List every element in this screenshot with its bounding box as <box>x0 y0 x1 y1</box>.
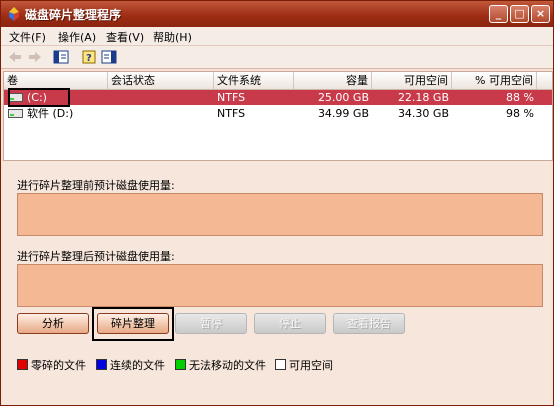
menu-action[interactable]: 操作(A) <box>58 29 96 45</box>
volume-list[interactable]: 卷 会话状态 文件系统 容量 可用空间 % 可用空间 (C:) NTFS 25.… <box>3 71 553 161</box>
highlight-box-defragment <box>92 307 174 341</box>
file-system: NTFS <box>217 91 246 104</box>
session-status <box>108 90 214 105</box>
view-report-button[interactable]: 查看报告 <box>333 313 405 334</box>
file-system: NTFS <box>217 107 246 120</box>
defrag-window: 磁盘碎片整理程序 _ □ × 文件(F) 操作(A) 查看(V) 帮助(H) ? <box>0 0 554 406</box>
legend-label-contiguous: 连续的文件 <box>110 359 165 372</box>
after-usage-label: 进行碎片整理后预计磁盘使用量: <box>17 250 175 263</box>
column-header-free-space[interactable]: 可用空间 <box>372 72 452 89</box>
volume-row-c[interactable]: (C:) NTFS 25.00 GB 22.18 GB 88 % <box>4 90 552 105</box>
legend-swatch-unmovable <box>175 359 186 370</box>
legend-swatch-free-space <box>275 359 286 370</box>
stop-button-label: 停止 <box>279 317 301 330</box>
column-header-file-system[interactable]: 文件系统 <box>214 72 294 89</box>
free-space: 34.30 GB <box>397 107 449 120</box>
analysis-panel: 进行碎片整理前预计磁盘使用量: 进行碎片整理后预计磁盘使用量: 分析 碎片整理 … <box>3 161 551 405</box>
column-header-percent-free[interactable]: % 可用空间 <box>452 72 537 89</box>
after-usage-display <box>17 264 543 307</box>
column-header-session-status[interactable]: 会话状态 <box>108 72 214 89</box>
back-arrow-icon[interactable] <box>7 49 23 65</box>
menu-help[interactable]: 帮助(H) <box>153 29 192 45</box>
analyze-button[interactable]: 分析 <box>17 313 89 334</box>
volume-row-d[interactable]: 软件 (D:) NTFS 34.99 GB 34.30 GB 98 % <box>4 106 552 121</box>
maximize-button[interactable]: □ <box>510 5 529 23</box>
capacity: 25.00 GB <box>317 91 369 104</box>
console-view-icon[interactable] <box>101 49 117 65</box>
before-usage-label: 进行碎片整理前预计磁盘使用量: <box>17 179 175 192</box>
percent-free: 98 % <box>506 107 534 120</box>
menu-view[interactable]: 查看(V) <box>106 29 144 45</box>
title-bar[interactable]: 磁盘碎片整理程序 _ □ × <box>1 1 553 27</box>
column-header-volume[interactable]: 卷 <box>4 72 108 89</box>
session-status <box>108 106 214 121</box>
legend-swatch-fragmented <box>17 359 28 370</box>
highlight-box-volume <box>8 88 70 107</box>
close-button[interactable]: × <box>531 5 550 23</box>
minimize-button[interactable]: _ <box>489 5 508 23</box>
menu-bar: 文件(F) 操作(A) 查看(V) 帮助(H) <box>1 27 553 46</box>
legend-label-unmovable: 无法移动的文件 <box>189 359 266 372</box>
properties-view-icon[interactable] <box>53 49 69 65</box>
percent-free: 88 % <box>506 91 534 104</box>
capacity: 34.99 GB <box>317 107 369 120</box>
menu-file[interactable]: 文件(F) <box>9 29 46 45</box>
legend-label-free-space: 可用空间 <box>289 359 333 372</box>
free-space: 22.18 GB <box>397 91 449 104</box>
svg-text:?: ? <box>86 53 92 64</box>
forward-arrow-icon[interactable] <box>27 49 43 65</box>
view-report-button-label: 查看报告 <box>347 317 391 330</box>
stop-button[interactable]: 停止 <box>254 313 326 334</box>
column-header-capacity[interactable]: 容量 <box>294 72 372 89</box>
volume-list-header: 卷 会话状态 文件系统 容量 可用空间 % 可用空间 <box>4 72 552 90</box>
pause-button[interactable]: 暂停 <box>175 313 247 334</box>
drive-icon <box>8 109 23 118</box>
toolbar: ? <box>1 46 553 69</box>
window-title: 磁盘碎片整理程序 <box>25 8 122 22</box>
help-icon[interactable]: ? <box>81 49 97 65</box>
volume-name: 软件 (D:) <box>27 107 74 120</box>
defrag-app-icon <box>9 7 19 21</box>
legend-label-fragmented: 零碎的文件 <box>31 359 86 372</box>
pause-button-label: 暂停 <box>200 317 222 330</box>
before-usage-display <box>17 193 543 236</box>
legend-swatch-contiguous <box>96 359 107 370</box>
